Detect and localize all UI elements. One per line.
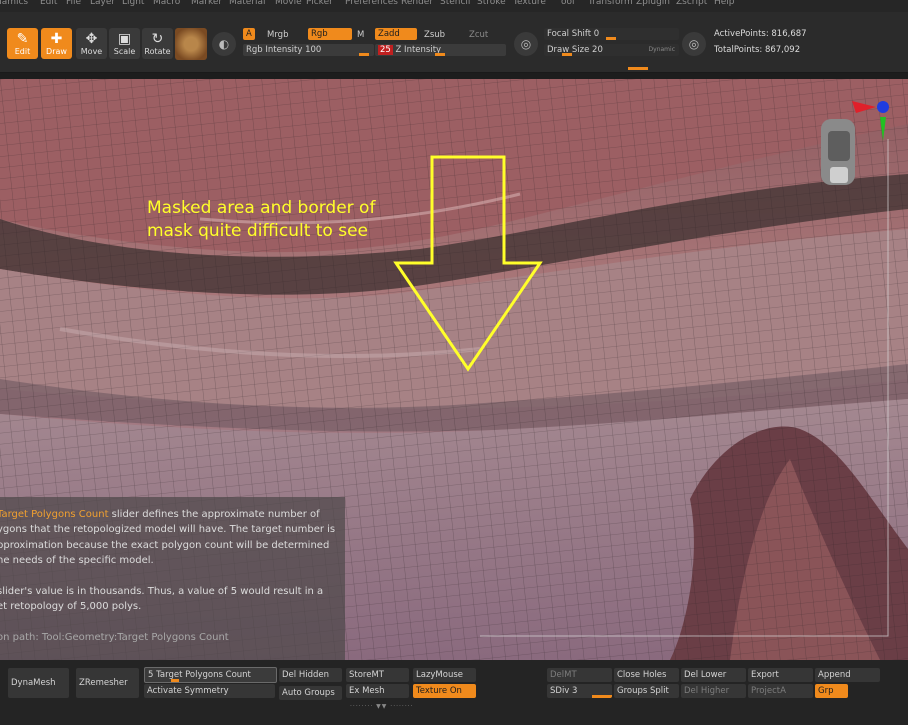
zsub-toggle[interactable]: Zsub: [421, 29, 448, 41]
menu-item-layer[interactable]: Layer: [90, 0, 115, 7]
menu-item-macro[interactable]: Macro: [153, 0, 180, 7]
menu-item-stroke[interactable]: Stroke: [477, 0, 506, 7]
del-lower-button[interactable]: Del Lower: [681, 668, 746, 682]
total-points: TotalPoints: 867,092: [714, 45, 801, 55]
menu-bar: namics Edit File Layer Light Macro Marker Mater…: [0, 0, 908, 12]
auto-groups-button[interactable]: Auto Groups: [279, 686, 342, 700]
menu-item-help[interactable]: Help: [714, 0, 735, 7]
rgb-intensity-slider[interactable]: Rgb Intensity 100: [243, 44, 374, 56]
focal-shift-slider[interactable]: Focal Shift 0: [544, 28, 679, 40]
edit-button[interactable]: ✎ Edit: [7, 28, 38, 59]
menu-item-marker[interactable]: Marker: [191, 0, 222, 7]
menu-item-namics[interactable]: namics: [0, 0, 28, 7]
delmt-button[interactable]: DelMT: [547, 668, 612, 682]
menu-item-file[interactable]: File: [66, 0, 81, 7]
dynamic-label[interactable]: Dynamic: [649, 44, 675, 56]
move-button[interactable]: ✥ Move: [76, 28, 107, 59]
menu-item-light[interactable]: Light: [122, 0, 144, 7]
menu-item-picker[interactable]: Picker: [306, 0, 333, 7]
move-icon: ✥: [85, 31, 98, 47]
del-hidden-button[interactable]: Del Hidden: [279, 668, 342, 682]
lazymouse-button[interactable]: LazyMouse: [413, 668, 476, 682]
activate-symmetry-button[interactable]: Activate Symmetry: [144, 684, 275, 698]
draw-button[interactable]: ✚ Draw: [41, 28, 72, 59]
ex-mesh-button[interactable]: Ex Mesh: [346, 684, 409, 698]
append-button[interactable]: Append: [815, 668, 880, 682]
material-preview[interactable]: [175, 28, 207, 60]
menu-path: on path: Tool:Geometry:Target Polygons C…: [0, 632, 229, 643]
menu-item-ool[interactable]: ool: [561, 0, 575, 7]
sdiv-slider[interactable]: SDiv 3: [547, 684, 612, 698]
texture-on-button[interactable]: Texture On: [413, 684, 476, 698]
z-intensity-value: 25: [378, 45, 393, 55]
menu-item-preferences[interactable]: Preferences: [345, 0, 398, 7]
zcut-toggle[interactable]: Zcut: [466, 29, 491, 41]
points-target-icon: ◎: [682, 32, 706, 56]
draw-size-indicator: [628, 67, 648, 70]
scale-icon: ▣: [117, 31, 132, 47]
m-toggle[interactable]: M: [354, 29, 367, 41]
zadd-toggle[interactable]: Zadd: [375, 28, 417, 40]
export-button[interactable]: Export: [748, 668, 813, 682]
active-points: ActivePoints: 816,687: [714, 29, 807, 39]
texture-sphere-icon[interactable]: ◐: [212, 32, 236, 56]
draw-size-slider[interactable]: Draw Size 20 Dynamic: [544, 44, 679, 56]
a-toggle[interactable]: A: [243, 28, 255, 40]
menu-item-stencil[interactable]: Stencil: [440, 0, 470, 7]
navigation-head-icon: [821, 119, 855, 185]
edit-icon: ✎: [16, 31, 29, 47]
draw-icon: ✚: [50, 31, 63, 47]
toolbar: ✎ Edit ✚ Draw ✥ Move ▣ Scale ↻ Rotate ◐ A Mrg…: [0, 12, 908, 73]
grp-button[interactable]: Grp: [815, 684, 848, 698]
rgb-toggle[interactable]: Rgb: [308, 28, 352, 40]
slider-name: Target Polygons Count: [0, 509, 109, 520]
menu-item-transform[interactable]: Transform: [588, 0, 633, 7]
zremesher-button[interactable]: ZRemesher: [76, 668, 139, 698]
z-intensity-slider[interactable]: 25 Z Intensity: [375, 44, 506, 56]
target-polygons-slider[interactable]: 5 Target Polygons Count: [144, 667, 277, 683]
rotate-icon: ↻: [151, 31, 164, 47]
menu-item-movie[interactable]: Movie: [275, 0, 302, 7]
groups-split-button[interactable]: Groups Split: [614, 684, 679, 698]
menu-item-material[interactable]: Material: [229, 0, 266, 7]
menu-item-edit[interactable]: Edit: [40, 0, 57, 7]
del-higher-button[interactable]: Del Higher: [681, 684, 746, 698]
rotate-button[interactable]: ↻ Rotate: [142, 28, 173, 59]
scale-button[interactable]: ▣ Scale: [109, 28, 140, 59]
menu-item-render[interactable]: Render: [401, 0, 433, 7]
dynamesh-button[interactable]: DynaMesh: [8, 668, 69, 698]
projecta-button[interactable]: ProjectA: [748, 684, 813, 698]
storemt-button[interactable]: StoreMT: [346, 668, 409, 682]
menu-item-texture[interactable]: Texture: [513, 0, 546, 7]
menu-item-zscript[interactable]: Zscript: [676, 0, 707, 7]
help-popup: Target Polygons Count slider defines the…: [0, 497, 345, 660]
mrgb-toggle[interactable]: Mrgb: [264, 29, 291, 41]
close-holes-button[interactable]: Close Holes: [614, 668, 679, 682]
shelf-scroll-grip[interactable]: ········ ▼▼ ········: [350, 704, 430, 710]
menu-item-zplugin[interactable]: Zplugin: [636, 0, 670, 7]
bottom-shelf: DynaMesh ZRemesher 5 Target Polygons Cou…: [0, 660, 908, 725]
annotation-text: Masked area and border of mask quite dif…: [147, 198, 376, 241]
focal-target-icon[interactable]: ◎: [514, 32, 538, 56]
